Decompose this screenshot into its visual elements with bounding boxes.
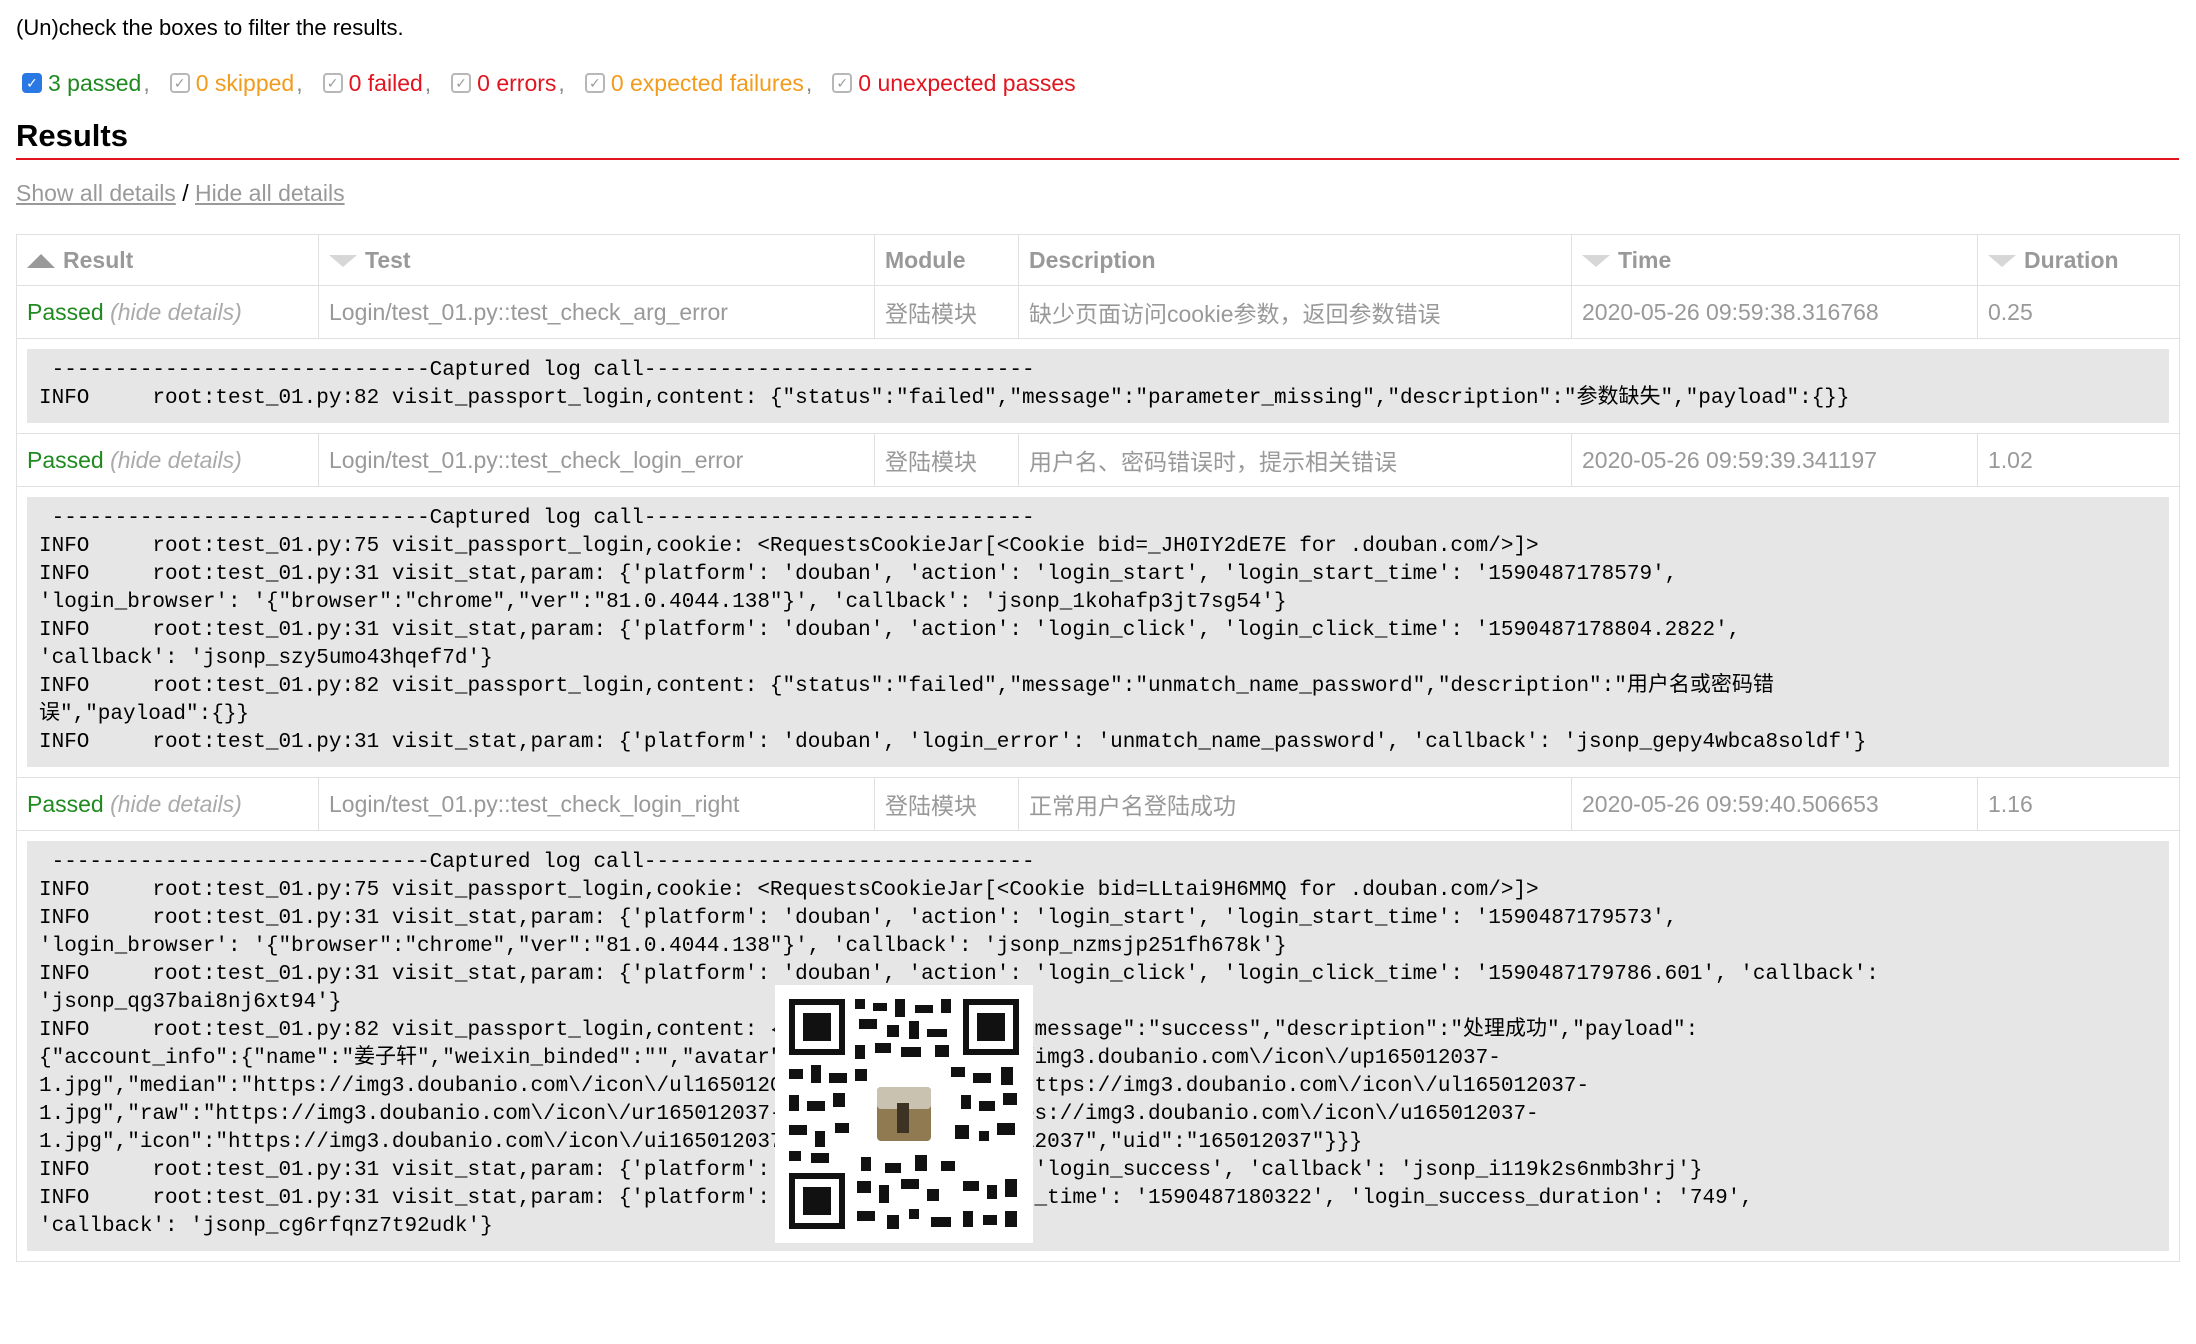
description-cell: 缺少页面访问cookie参数，返回参数错误 xyxy=(1018,285,1572,339)
sort-desc-icon xyxy=(1582,255,1610,268)
filter-errors-label: 0 errors xyxy=(477,69,557,96)
hide-details-toggle[interactable]: (hide details) xyxy=(110,791,242,817)
duration-cell: 1.02 xyxy=(1977,433,2180,487)
links-separator: / xyxy=(182,180,189,206)
filter-bar: ✓ 3 passed, ✓ 0 skipped, ✓ 0 failed, ✓ 0… xyxy=(16,68,2179,98)
filter-skipped-label: 0 skipped xyxy=(195,69,295,96)
filter-passed-label: 3 passed xyxy=(48,69,142,96)
filter-unexpected-passes-label: 0 unexpected passes xyxy=(858,69,1076,96)
filter-skipped[interactable]: ✓ 0 skipped, xyxy=(164,70,303,97)
checkbox-unexpected-passes[interactable]: ✓ xyxy=(832,73,853,93)
qr-code-icon xyxy=(775,985,1033,1243)
description-cell: 正常用户名登陆成功 xyxy=(1018,777,1572,831)
sort-asc-icon xyxy=(27,254,55,269)
column-header-time[interactable]: Time xyxy=(1571,234,1978,286)
column-header-duration[interactable]: Duration xyxy=(1977,234,2180,286)
module-cell: 登陆模块 xyxy=(874,433,1019,487)
time-cell: 2020-05-26 09:59:38.316768 xyxy=(1571,285,1978,339)
results-table: Result Test Module Description Time Dura… xyxy=(16,234,2180,1262)
checkbox-failed[interactable]: ✓ xyxy=(322,73,343,93)
checkbox-expected-failures[interactable]: ✓ xyxy=(584,73,605,93)
log-row: ------------------------------Captured l… xyxy=(16,338,2180,434)
captured-log: ------------------------------Captured l… xyxy=(27,841,2169,1251)
hide-all-details-link[interactable]: Hide all details xyxy=(195,180,345,206)
table-header-row: Result Test Module Description Time Dura… xyxy=(16,234,2180,286)
duration-cell: 1.16 xyxy=(1977,777,2180,831)
sort-desc-icon xyxy=(329,255,357,268)
filter-errors[interactable]: ✓ 0 errors, xyxy=(445,70,565,97)
filter-expected-failures[interactable]: ✓ 0 expected failures, xyxy=(579,70,812,97)
checkbox-passed[interactable]: ✓ xyxy=(22,73,42,93)
result-cell: Passed (hide details) xyxy=(16,777,319,831)
result-cell: Passed (hide details) xyxy=(16,433,319,487)
column-header-test[interactable]: Test xyxy=(318,234,875,286)
table-row: Passed (hide details) Login/test_01.py::… xyxy=(16,433,2180,487)
filter-failed-label: 0 failed xyxy=(348,69,423,96)
filter-passed[interactable]: ✓ 3 passed, xyxy=(16,70,150,97)
checkbox-errors[interactable]: ✓ xyxy=(451,73,472,93)
filter-instructions: (Un)check the boxes to filter the result… xyxy=(16,15,404,40)
table-row: Passed (hide details) Login/test_01.py::… xyxy=(16,777,2180,831)
module-cell: 登陆模块 xyxy=(874,777,1019,831)
test-cell: Login/test_01.py::test_check_login_right xyxy=(318,777,875,831)
checkbox-skipped[interactable]: ✓ xyxy=(169,73,190,93)
filter-unexpected-passes[interactable]: ✓ 0 unexpected passes xyxy=(826,69,1076,97)
table-row: Passed (hide details) Login/test_01.py::… xyxy=(16,285,2180,339)
column-header-result[interactable]: Result xyxy=(16,234,319,286)
show-all-details-link[interactable]: Show all details xyxy=(16,180,176,206)
hide-details-toggle[interactable]: (hide details) xyxy=(110,447,242,473)
details-links: Show all details / Hide all details xyxy=(16,178,2179,208)
log-row: ------------------------------Captured l… xyxy=(16,486,2180,778)
column-header-description: Description xyxy=(1018,234,1572,286)
test-cell: Login/test_01.py::test_check_login_error xyxy=(318,433,875,487)
report-container: (Un)check the boxes to filter the result… xyxy=(16,0,2180,1262)
hide-details-toggle[interactable]: (hide details) xyxy=(110,299,242,325)
time-cell: 2020-05-26 09:59:39.341197 xyxy=(1571,433,1978,487)
module-cell: 登陆模块 xyxy=(874,285,1019,339)
captured-log: ------------------------------Captured l… xyxy=(27,497,2169,767)
duration-cell: 0.25 xyxy=(1977,285,2180,339)
result-cell: Passed (hide details) xyxy=(16,285,319,339)
description-cell: 用户名、密码错误时，提示相关错误 xyxy=(1018,433,1572,487)
time-cell: 2020-05-26 09:59:40.506653 xyxy=(1571,777,1978,831)
filter-failed[interactable]: ✓ 0 failed, xyxy=(317,69,431,97)
filter-expected-failures-label: 0 expected failures xyxy=(610,69,804,96)
sort-desc-icon xyxy=(1988,255,2016,268)
log-row: ------------------------------Captured l… xyxy=(16,830,2180,1262)
column-header-module: Module xyxy=(874,234,1019,286)
captured-log: ------------------------------Captured l… xyxy=(27,349,2169,423)
results-heading: Results xyxy=(16,116,2179,160)
test-cell: Login/test_01.py::test_check_arg_error xyxy=(318,285,875,339)
